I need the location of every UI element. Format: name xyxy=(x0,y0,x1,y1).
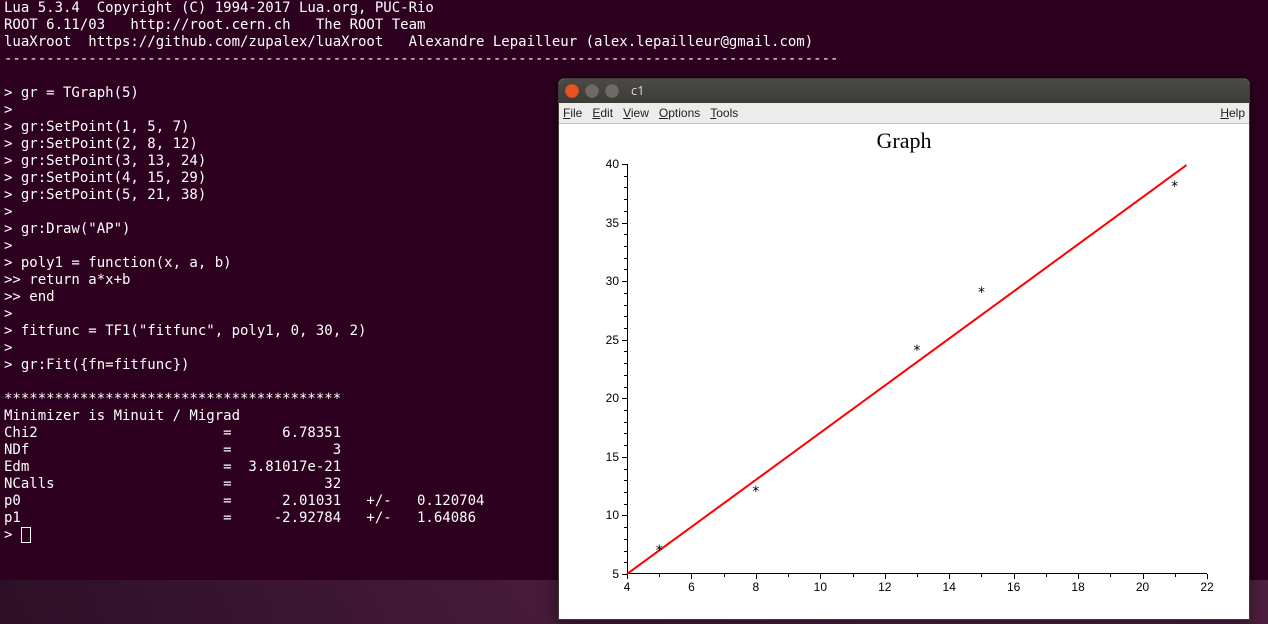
x-tick-label: 6 xyxy=(688,580,695,594)
root-canvas[interactable]: Graph 5 10 15 20 25 30 35 40 4 6 8 10 12 14 16 18 20 22 * *… xyxy=(559,124,1249,620)
data-point: * xyxy=(1171,180,1179,194)
menu-edit[interactable]: Edit xyxy=(592,106,613,120)
menu-view[interactable]: View xyxy=(623,106,649,120)
data-point: * xyxy=(655,544,663,558)
x-tick-label: 12 xyxy=(878,580,891,594)
y-tick-label: 25 xyxy=(606,333,619,347)
y-tick-label: 5 xyxy=(612,567,619,581)
terminal-cursor xyxy=(21,527,31,543)
y-tick-label: 35 xyxy=(606,216,619,230)
y-tick-label: 40 xyxy=(606,157,619,171)
close-icon[interactable] xyxy=(565,84,579,98)
menu-help[interactable]: Help xyxy=(1220,106,1245,120)
data-point: * xyxy=(977,286,985,300)
plot-area[interactable]: 51015202530354046810121416182022***** xyxy=(627,164,1207,574)
x-tick-label: 8 xyxy=(753,580,760,594)
x-tick-label: 22 xyxy=(1200,580,1213,594)
x-tick-label: 16 xyxy=(1007,580,1020,594)
menu-tools[interactable]: Tools xyxy=(710,106,738,120)
y-tick-label: 15 xyxy=(606,450,619,464)
x-tick-label: 10 xyxy=(814,580,827,594)
menu-file[interactable]: File xyxy=(563,106,582,120)
y-tick-label: 20 xyxy=(606,391,619,405)
menu-bar[interactable]: File Edit View Options Tools Help xyxy=(559,103,1249,124)
maximize-icon[interactable] xyxy=(605,84,619,98)
window-titlebar[interactable]: c1 xyxy=(559,79,1249,103)
desktop-background: Lua 5.3.4 Copyright (C) 1994-2017 Lua.or… xyxy=(0,0,1268,624)
y-axis xyxy=(627,164,628,574)
window-title: c1 xyxy=(631,84,644,98)
y-tick-label: 30 xyxy=(606,274,619,288)
data-point: * xyxy=(913,344,921,358)
x-tick-label: 4 xyxy=(624,580,631,594)
y-tick-label: 10 xyxy=(606,508,619,522)
fit-line xyxy=(626,164,1186,574)
x-tick-label: 20 xyxy=(1136,580,1149,594)
x-tick-label: 18 xyxy=(1071,580,1084,594)
minimize-icon[interactable] xyxy=(585,84,599,98)
chart-title: Graph xyxy=(559,128,1249,154)
data-point: * xyxy=(752,485,760,499)
root-canvas-window[interactable]: c1 File Edit View Options Tools Help Gra… xyxy=(558,78,1250,620)
menu-options[interactable]: Options xyxy=(659,106,700,120)
x-tick-label: 14 xyxy=(943,580,956,594)
